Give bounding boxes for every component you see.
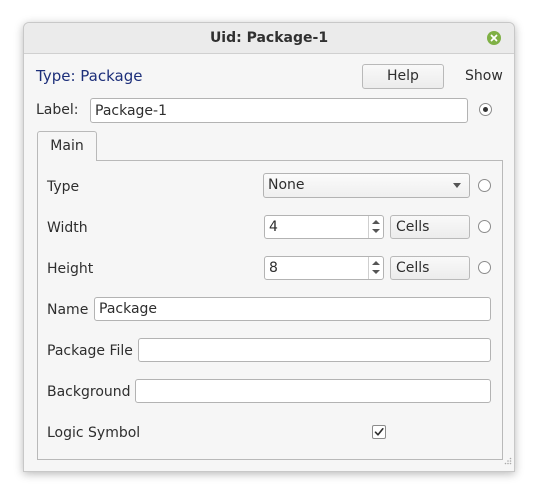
arrow-up-icon[interactable]: [372, 220, 380, 224]
type-heading: Type: Package: [36, 67, 143, 85]
height-unit-button[interactable]: Cells: [390, 256, 470, 280]
name-label: Name: [47, 302, 89, 318]
background-input[interactable]: [135, 379, 491, 403]
package-file-label: Package File: [47, 343, 133, 359]
resize-grip-icon[interactable]: [504, 453, 512, 469]
checkmark-icon: [374, 428, 384, 436]
width-show-radio[interactable]: [478, 220, 491, 233]
show-column-label: Show: [465, 68, 503, 84]
arrow-down-icon[interactable]: [372, 229, 380, 233]
background-label: Background: [47, 384, 131, 400]
type-show-radio[interactable]: [478, 179, 491, 192]
height-value: 8: [269, 260, 278, 276]
height-stepper[interactable]: [368, 257, 383, 279]
label-field-label: Label:: [36, 102, 79, 118]
close-icon[interactable]: [487, 31, 501, 45]
height-spinbox[interactable]: 8: [264, 256, 384, 280]
height-show-radio[interactable]: [478, 261, 491, 274]
width-label: Width: [47, 220, 88, 236]
height-label: Height: [47, 261, 94, 277]
width-spinbox[interactable]: 4: [264, 215, 384, 239]
title-bar[interactable]: Uid: Package-1: [24, 23, 514, 54]
type-select-value: None: [268, 177, 305, 193]
arrow-down-icon[interactable]: [372, 270, 380, 274]
package-file-input[interactable]: [138, 338, 491, 362]
help-button[interactable]: Help: [362, 64, 444, 89]
tab-main[interactable]: Main: [37, 131, 97, 161]
arrow-up-icon[interactable]: [372, 261, 380, 265]
width-unit-button[interactable]: Cells: [390, 215, 470, 239]
logic-symbol-checkbox[interactable]: [372, 425, 386, 439]
window-title: Uid: Package-1: [209, 30, 329, 46]
logic-symbol-label: Logic Symbol: [47, 425, 141, 441]
properties-dialog: Uid: Package-1 Type: Package Help Show L…: [23, 22, 515, 472]
width-value: 4: [269, 219, 278, 235]
width-stepper[interactable]: [368, 216, 383, 238]
type-label: Type: [47, 179, 80, 195]
chevron-down-icon: [453, 183, 461, 188]
name-input[interactable]: [94, 297, 491, 321]
label-show-radio[interactable]: [479, 103, 492, 116]
type-select[interactable]: None: [263, 173, 470, 198]
label-input[interactable]: [90, 98, 468, 123]
